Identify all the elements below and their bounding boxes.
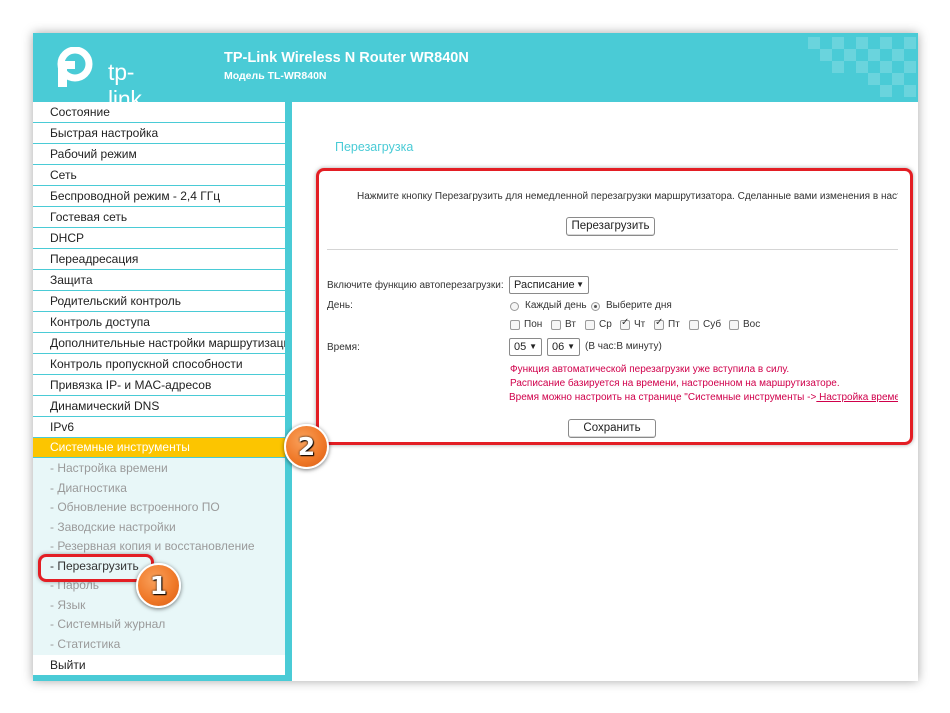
sidebar-item-logout[interactable]: Выйти [33, 655, 285, 675]
sidebar-item-advanced-routing[interactable]: Дополнительные настройки маршрутизации [33, 333, 285, 353]
product-title: TP-Link Wireless N Router WR840N [224, 50, 469, 66]
sidebar-item-system-tools[interactable]: Системные инструменты [33, 438, 285, 457]
logo-text: tp-link [108, 59, 142, 102]
sidebar-item-status[interactable]: Состояние [33, 102, 285, 122]
step-badge-1: 1 [136, 563, 181, 608]
sidebar-item-dhcp[interactable]: DHCP [33, 228, 285, 248]
submenu-item-statistics[interactable]: - Статистика [33, 635, 285, 655]
sidebar-item-security[interactable]: Защита [33, 270, 285, 290]
sidebar-item-bandwidth-control[interactable]: Контроль пропускной способности [33, 354, 285, 374]
submenu-item-system-log[interactable]: - Системный журнал [33, 615, 285, 635]
sidebar-item-ipv6[interactable]: IPv6 [33, 417, 285, 437]
sidebar-item-quick-setup[interactable]: Быстрая настройка [33, 123, 285, 143]
step-badge-2: 2 [284, 424, 329, 469]
highlight-box-reboot-settings [316, 168, 913, 445]
sidebar-item-dynamic-dns[interactable]: Динамический DNS [33, 396, 285, 416]
header-pattern [808, 37, 916, 97]
submenu-item-diagnostics[interactable]: - Диагностика [33, 479, 285, 499]
page-title: Перезагрузка [335, 140, 414, 154]
tp-link-logo-icon [57, 47, 93, 87]
sidebar-item-network[interactable]: Сеть [33, 165, 285, 185]
tp-link-logo: tp-link [50, 47, 160, 102]
sidebar-item-operation-mode[interactable]: Рабочий режим [33, 144, 285, 164]
submenu-item-time-settings[interactable]: - Настройка времени [33, 459, 285, 479]
sidebar-item-ip-mac-binding[interactable]: Привязка IP- и MAC-адресов [33, 375, 285, 395]
sidebar-item-wireless[interactable]: Беспроводной режим - 2,4 ГГц [33, 186, 285, 206]
submenu-item-factory-defaults[interactable]: - Заводские настройки [33, 518, 285, 538]
sidebar-item-guest-network[interactable]: Гостевая сеть [33, 207, 285, 227]
sidebar-item-forwarding[interactable]: Переадресация [33, 249, 285, 269]
sidebar-item-access-control[interactable]: Контроль доступа [33, 312, 285, 332]
submenu-item-firmware-upgrade[interactable]: - Обновление встроенного ПО [33, 498, 285, 518]
sidebar-item-parental-control[interactable]: Родительский контроль [33, 291, 285, 311]
product-model: Модель TL-WR840N [224, 70, 327, 82]
header: tp-link TP-Link Wireless N Router WR840N… [33, 33, 918, 102]
